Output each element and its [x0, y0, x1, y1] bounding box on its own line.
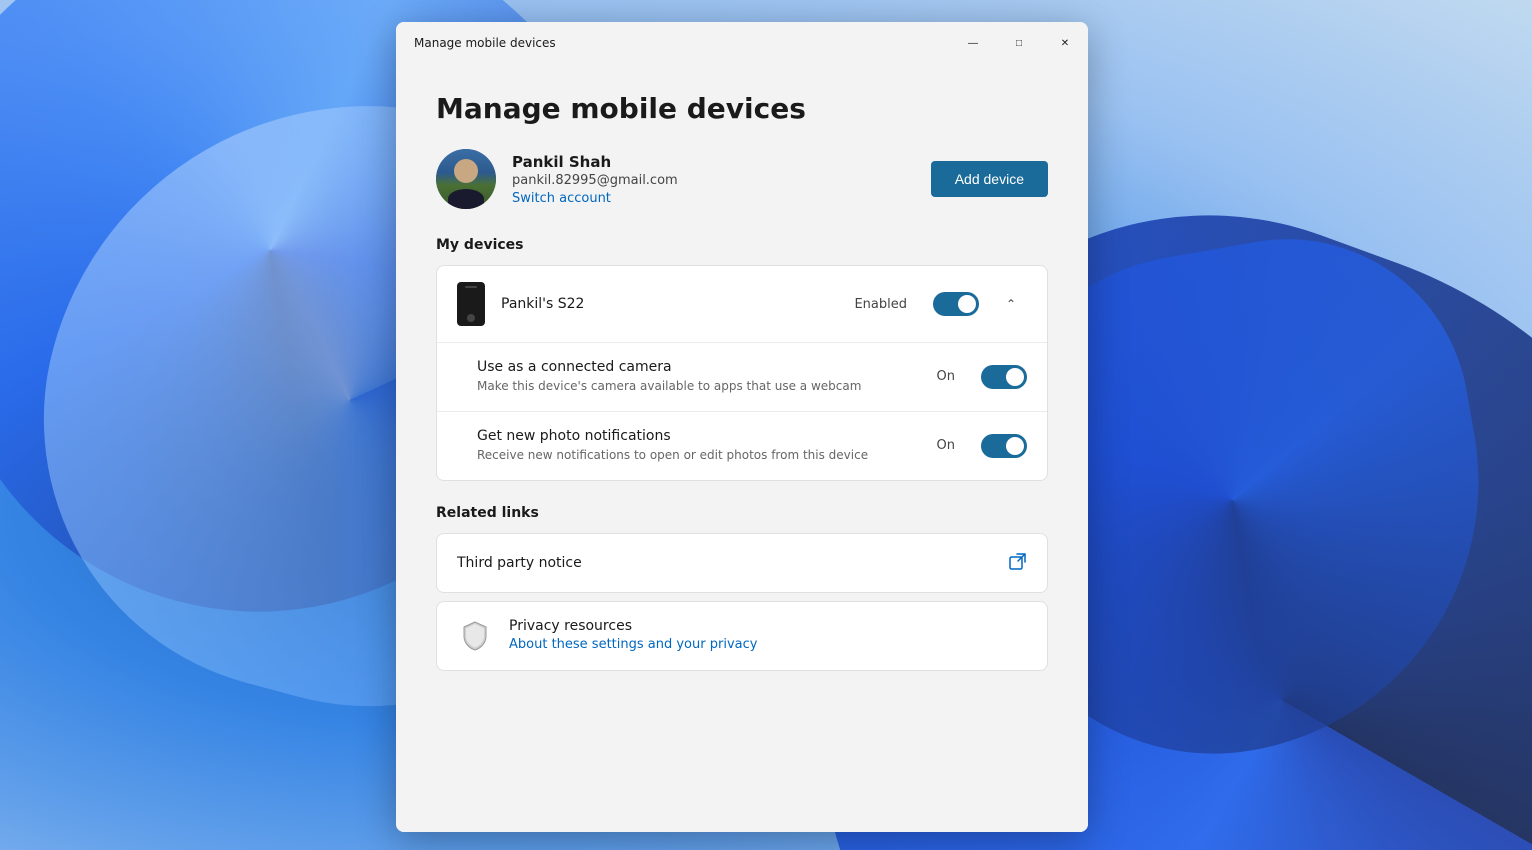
feature-row-photos: Get new photo notifications Receive new …: [437, 412, 1047, 480]
user-email: pankil.82995@gmail.com: [512, 173, 678, 188]
device-row: Pankil's S22 Enabled ⌃: [437, 266, 1047, 343]
switch-account-link[interactable]: Switch account: [512, 191, 678, 206]
device-status: Enabled: [854, 297, 907, 312]
device-expand-button[interactable]: ⌃: [995, 288, 1027, 320]
title-bar-label: Manage mobile devices: [414, 36, 556, 50]
privacy-card: Privacy resources About these settings a…: [436, 601, 1048, 671]
feature-title-camera: Use as a connected camera: [477, 359, 921, 375]
feature-info-photos: Get new photo notifications Receive new …: [477, 428, 921, 464]
privacy-info: Privacy resources About these settings a…: [509, 618, 757, 652]
title-bar-controls: — □ ✕: [950, 34, 1088, 52]
privacy-link[interactable]: About these settings and your privacy: [509, 637, 757, 652]
photos-toggle[interactable]: [981, 434, 1027, 458]
user-info: Pankil Shah pankil.82995@gmail.com Switc…: [436, 149, 678, 209]
feature-desc-camera: Make this device's camera available to a…: [477, 378, 921, 395]
dialog-content: Manage mobile devices Pankil Shah pankil…: [396, 64, 1088, 832]
add-device-button[interactable]: Add device: [931, 161, 1048, 197]
feature-desc-photos: Receive new notifications to open or edi…: [477, 447, 921, 464]
third-party-notice-link[interactable]: Third party notice: [436, 533, 1048, 593]
page-title: Manage mobile devices: [436, 92, 1048, 125]
feature-status-photos: On: [937, 438, 955, 453]
feature-row-camera: Use as a connected camera Make this devi…: [437, 343, 1047, 412]
close-button[interactable]: ✕: [1042, 27, 1088, 59]
feature-status-camera: On: [937, 369, 955, 384]
user-section: Pankil Shah pankil.82995@gmail.com Switc…: [436, 149, 1048, 209]
related-links-label: Related links: [436, 505, 1048, 521]
phone-icon: [457, 282, 485, 326]
privacy-title: Privacy resources: [509, 618, 757, 634]
third-party-notice-text: Third party notice: [457, 555, 582, 571]
feature-title-photos: Get new photo notifications: [477, 428, 921, 444]
dialog-window: Manage mobile devices — □ ✕ Manage mobil…: [396, 22, 1088, 832]
avatar-silhouette: [436, 149, 496, 209]
maximize-button[interactable]: □: [996, 27, 1042, 59]
external-link-icon: [1009, 552, 1027, 574]
device-name: Pankil's S22: [501, 296, 838, 312]
minimize-button[interactable]: —: [950, 27, 996, 59]
avatar: [436, 149, 496, 209]
camera-toggle[interactable]: [981, 365, 1027, 389]
user-details: Pankil Shah pankil.82995@gmail.com Switc…: [512, 153, 678, 206]
device-enabled-toggle[interactable]: [933, 292, 979, 316]
feature-info-camera: Use as a connected camera Make this devi…: [477, 359, 921, 395]
my-devices-label: My devices: [436, 237, 1048, 253]
title-bar: Manage mobile devices — □ ✕: [396, 22, 1088, 64]
related-links-section: Related links Third party notice: [436, 505, 1048, 671]
shield-icon: [457, 618, 493, 654]
device-card: Pankil's S22 Enabled ⌃ Use as a connecte…: [436, 265, 1048, 481]
user-name: Pankil Shah: [512, 153, 678, 171]
